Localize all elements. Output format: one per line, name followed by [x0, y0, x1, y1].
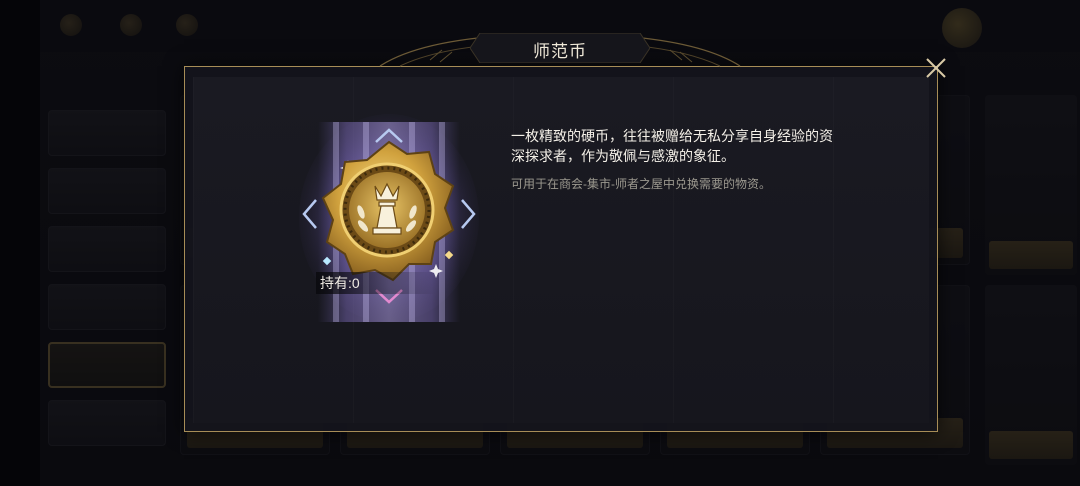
close-icon [926, 58, 946, 78]
modal-title: 师范币 [533, 42, 587, 61]
modal-title-tab: 师范币 [470, 33, 650, 63]
item-usage: 可用于在商会-集市-师者之屋中兑换需要的物资。 [511, 177, 771, 191]
close-button[interactable] [922, 54, 950, 82]
item-description: 一枚精致的硬币，往往被赠给无私分享自身经验的资深探求者，作为敬佩与感激的象征。 [511, 128, 833, 164]
holding-count: 持有:0 [316, 272, 436, 294]
